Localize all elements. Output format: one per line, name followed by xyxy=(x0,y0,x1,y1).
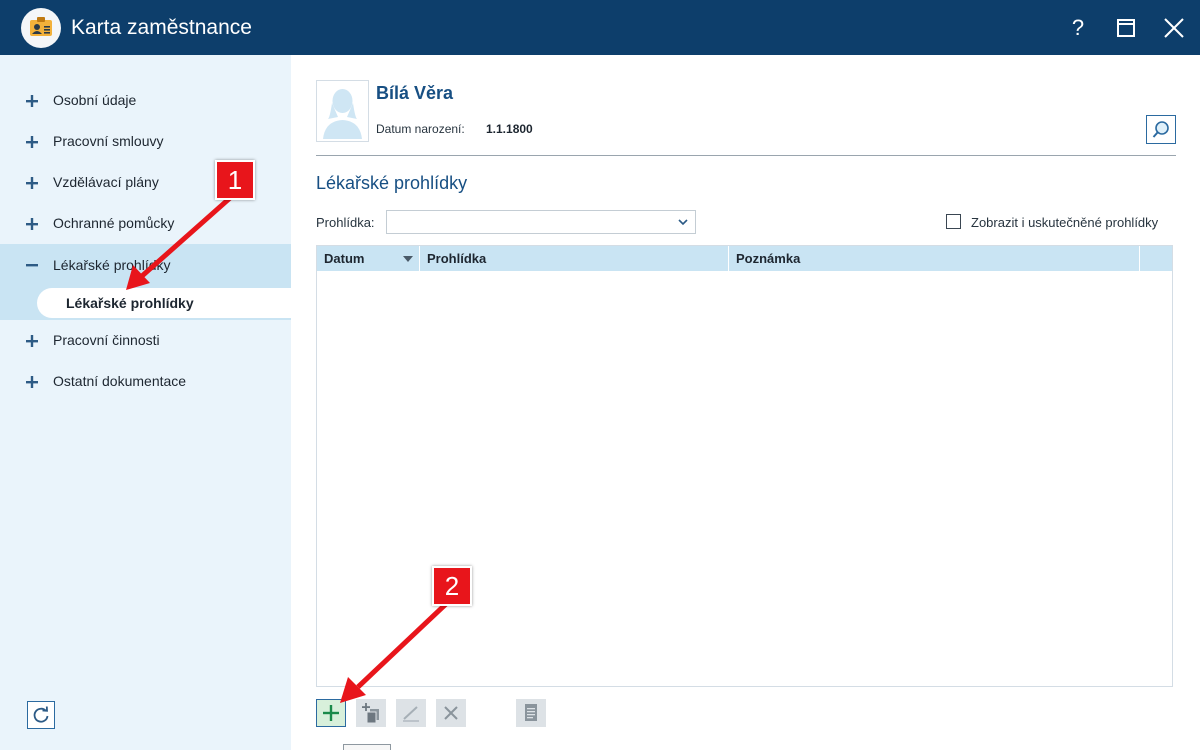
plus-icon xyxy=(26,177,38,189)
pencil-icon xyxy=(403,706,419,722)
column-header-prohlidka[interactable]: Prohlídka xyxy=(420,246,729,271)
column-header-label: Poznámka xyxy=(736,251,801,266)
column-header-datum[interactable]: Datum xyxy=(317,246,420,271)
column-header-label: Prohlídka xyxy=(427,251,487,266)
help-button[interactable]: ? xyxy=(1062,12,1094,44)
window-title: Karta zaměstnance xyxy=(71,16,252,39)
avatar xyxy=(316,80,369,142)
exams-table: Datum Prohlídka Poznámka xyxy=(316,245,1173,687)
document-icon xyxy=(525,704,537,721)
sidebar-item-pracovni-smlouvy[interactable]: Pracovní smlouvy xyxy=(0,122,291,162)
sidebar-item-label: Ostatní dokumentace xyxy=(53,373,187,389)
table-header: Datum Prohlídka Poznámka xyxy=(317,246,1172,271)
title-bar: Karta zaměstnance ? xyxy=(0,0,1200,55)
sidebar-item-label: Pracovní smlouvy xyxy=(53,133,164,149)
sidebar-item-osobni-udaje[interactable]: Osobní údaje xyxy=(0,81,291,121)
refresh-icon xyxy=(33,706,49,723)
employee-detail-button[interactable] xyxy=(1146,115,1176,144)
delete-icon xyxy=(444,706,458,720)
copy-button[interactable] xyxy=(356,699,386,727)
copy-add-icon xyxy=(362,703,379,724)
plus-icon xyxy=(26,335,38,347)
chevron-down-icon xyxy=(678,219,688,226)
filter-label: Prohlídka: xyxy=(316,215,375,230)
plus-icon xyxy=(26,136,38,148)
person-silhouette-icon xyxy=(323,89,362,139)
close-icon xyxy=(1164,18,1184,38)
sidebar-subitem-lekarske-prohlidky[interactable]: Lékařské prohlídky xyxy=(37,288,291,318)
sidebar-item-label: Vzdělávací plány xyxy=(53,174,159,190)
edit-button[interactable] xyxy=(396,699,426,727)
maximize-button[interactable] xyxy=(1110,12,1142,44)
sidebar-subitem-label: Lékařské prohlídky xyxy=(66,295,194,311)
refresh-button[interactable] xyxy=(27,701,55,729)
plus-icon xyxy=(26,218,38,230)
add-button[interactable] xyxy=(316,699,346,727)
plus-icon xyxy=(26,95,38,107)
column-header-poznamka[interactable]: Poznámka xyxy=(729,246,1140,271)
employee-name: Bílá Věra xyxy=(376,83,454,103)
document-button[interactable] xyxy=(516,699,546,727)
close-button[interactable] xyxy=(1158,12,1190,44)
maximize-icon xyxy=(1117,19,1135,37)
callout-1: 1 xyxy=(215,160,255,200)
sidebar-item-label: Pracovní činnosti xyxy=(53,332,160,348)
header-divider xyxy=(316,155,1176,156)
minus-icon xyxy=(26,264,38,267)
sidebar-item-ostatni-dokumentace[interactable]: Ostatní dokumentace xyxy=(0,362,291,402)
callout-2: 2 xyxy=(432,566,472,606)
main-panel: Bílá Věra Datum narození: 1.1.1800 Lékař… xyxy=(291,55,1200,750)
sidebar-item-ochranne-pomucky[interactable]: Ochranné pomůcky xyxy=(0,204,291,244)
sidebar-item-pracovni-cinnosti[interactable]: Pracovní činnosti xyxy=(0,321,291,361)
sidebar-item-label: Ochranné pomůcky xyxy=(53,215,175,231)
dob-value: 1.1.1800 xyxy=(486,122,533,136)
show-completed-checkbox[interactable] xyxy=(946,214,961,229)
plus-icon xyxy=(323,705,339,721)
column-header-filler xyxy=(1140,246,1172,271)
sort-desc-icon xyxy=(403,256,413,262)
magnifier-icon xyxy=(1152,121,1169,138)
id-card-icon xyxy=(21,8,61,48)
plus-icon xyxy=(26,376,38,388)
section-title: Lékařské prohlídky xyxy=(316,173,468,193)
column-header-label: Datum xyxy=(324,251,365,266)
dob-label: Datum narození: xyxy=(376,122,465,136)
prohlidka-select[interactable] xyxy=(386,210,696,234)
sidebar-item-label: Osobní údaje xyxy=(53,92,137,108)
delete-button[interactable] xyxy=(436,699,466,727)
show-completed-label: Zobrazit i uskutečněné prohlídky xyxy=(971,215,1159,230)
sidebar-item-label: Lékařské prohlídky xyxy=(53,257,171,273)
tooltip xyxy=(343,744,391,750)
